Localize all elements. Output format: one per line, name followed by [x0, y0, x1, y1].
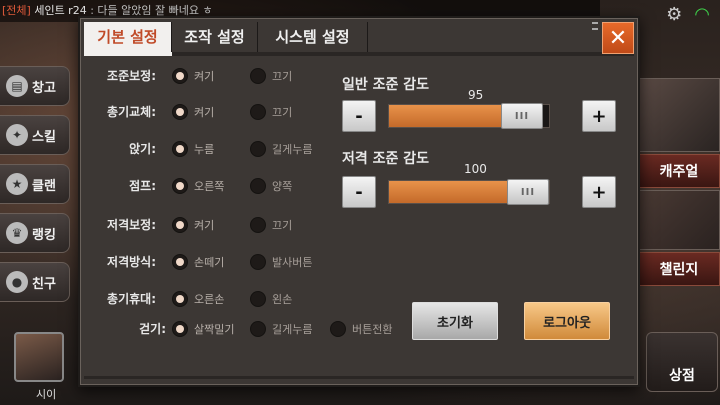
gear-icon[interactable]: ⚙ — [666, 4, 682, 25]
right-panel: 캐주얼 챌린지 — [638, 78, 720, 286]
option-long-press[interactable]: 길게누름 — [250, 139, 312, 159]
grip-icon — [592, 22, 598, 30]
radio-selected[interactable] — [172, 254, 188, 270]
menu-storage[interactable]: ▤ 창고 — [0, 66, 70, 106]
option-on[interactable]: 켜기 — [172, 215, 214, 235]
menu-skill[interactable]: ✦ 스킬 — [0, 115, 70, 155]
tab-system-settings[interactable]: 시스템 설정 — [258, 22, 368, 52]
chat-channel: [전체] — [2, 4, 31, 17]
shop-button[interactable]: 상점 — [646, 332, 718, 392]
sniper-sensitivity-plus-button[interactable]: + — [582, 176, 616, 208]
casual-mode-button[interactable]: 캐주얼 — [638, 154, 720, 188]
wifi-icon: ◠ — [694, 4, 710, 25]
setting-label: 조준보정: — [107, 69, 156, 83]
option-off[interactable]: 끄기 — [250, 102, 292, 122]
storage-icon: ▤ — [6, 75, 28, 97]
clan-icon: ★ — [6, 173, 28, 195]
settings-modal: 기본 설정 조작 설정 시스템 설정 ✕ 조준보정: 켜기 끄기 총기교체: 켜… — [78, 16, 640, 387]
setting-label: 저격방식: — [107, 255, 156, 269]
option-release[interactable]: 손떼기 — [172, 252, 224, 272]
radio[interactable] — [250, 254, 266, 270]
radio-selected[interactable] — [172, 68, 188, 84]
setting-label: 저격보정: — [107, 218, 156, 232]
normal-sensitivity-value: 95 — [468, 88, 484, 102]
tab-underline — [84, 52, 634, 56]
radio-selected[interactable] — [172, 321, 188, 337]
option-fire-button[interactable]: 발사버튼 — [250, 252, 312, 272]
reset-button[interactable]: 초기화 — [412, 302, 498, 340]
radio-selected[interactable] — [172, 104, 188, 120]
setting-label: 총기휴대: — [107, 292, 156, 306]
radio[interactable] — [250, 178, 266, 194]
sniper-sensitivity-value: 100 — [464, 162, 487, 176]
radio-selected[interactable] — [172, 217, 188, 233]
menu-ranking[interactable]: ♛ 랭킹 — [0, 213, 70, 253]
option-on[interactable]: 켜기 — [172, 102, 214, 122]
skill-icon: ✦ — [6, 124, 28, 146]
setting-row-sniper-mode: 저격방식: 손떼기 발사버튼 — [80, 252, 400, 272]
setting-label: 점프: — [129, 179, 156, 193]
setting-label: 걷기: — [139, 322, 166, 336]
sniper-sensitivity-title: 저격 조준 감도 — [342, 151, 430, 167]
tab-basic-settings[interactable]: 기본 설정 — [84, 22, 172, 52]
radio-selected[interactable] — [172, 291, 188, 307]
radio[interactable] — [330, 321, 346, 337]
option-button-toggle[interactable]: 버튼전환 — [330, 319, 392, 339]
menu-label: 창고 — [32, 80, 56, 96]
radio[interactable] — [250, 68, 266, 84]
tab-control-settings[interactable]: 조작 설정 — [172, 22, 258, 52]
username: 시이 — [36, 388, 57, 401]
menu-label: 랭킹 — [32, 227, 56, 243]
radio-selected[interactable] — [172, 141, 188, 157]
option-long-press[interactable]: 길게누름 — [250, 319, 312, 339]
challenge-mode-button[interactable]: 챌린지 — [638, 252, 720, 286]
sniper-sensitivity-slider[interactable]: III — [388, 179, 550, 205]
sniper-sensitivity-minus-button[interactable]: - — [342, 176, 376, 208]
avatar[interactable] — [14, 332, 64, 382]
menu-label: 클랜 — [32, 178, 56, 194]
shop-label: 상점 — [669, 368, 695, 384]
normal-sensitivity-minus-button[interactable]: - — [342, 100, 376, 132]
slider-thumb[interactable]: III — [507, 179, 549, 205]
menu-friends[interactable]: ● 친구 — [0, 262, 70, 302]
option-off[interactable]: 끄기 — [250, 215, 292, 235]
logout-button[interactable]: 로그아웃 — [524, 302, 610, 340]
challenge-mode-image[interactable] — [638, 190, 720, 250]
radio[interactable] — [250, 291, 266, 307]
setting-row-weapon-hand: 총기휴대: 오른손 왼손 — [80, 289, 400, 309]
setting-label: 앉기: — [129, 142, 156, 156]
normal-sensitivity-title: 일반 조준 감도 — [342, 77, 430, 93]
radio[interactable] — [250, 217, 266, 233]
option-left-hand[interactable]: 왼손 — [250, 289, 292, 309]
trophy-icon: ♛ — [6, 222, 28, 244]
radio[interactable] — [250, 104, 266, 120]
option-press[interactable]: 누름 — [172, 139, 214, 159]
normal-sensitivity-plus-button[interactable]: + — [582, 100, 616, 132]
setting-row-walk: 걷기: 살짝밀기 길게누름 버튼전환 — [80, 319, 410, 339]
radio[interactable] — [250, 141, 266, 157]
option-on[interactable]: 켜기 — [172, 66, 214, 86]
menu-label: 친구 — [32, 276, 56, 292]
menu-label: 스킬 — [32, 129, 56, 145]
settings-tabs: 기본 설정 조작 설정 시스템 설정 — [84, 22, 368, 52]
casual-mode-image[interactable] — [638, 78, 720, 152]
friends-icon: ● — [6, 271, 28, 293]
option-slight-push[interactable]: 살짝밀기 — [172, 319, 234, 339]
status-icons: ⚙ ◠ — [666, 4, 710, 25]
slider-thumb[interactable]: III — [501, 103, 543, 129]
setting-label: 총기교체: — [107, 105, 156, 119]
setting-row-sniper-assist: 저격보정: 켜기 끄기 — [80, 215, 400, 235]
radio[interactable] — [250, 321, 266, 337]
close-button[interactable]: ✕ — [602, 22, 634, 54]
radio-selected[interactable] — [172, 178, 188, 194]
option-both[interactable]: 양쪽 — [250, 176, 292, 196]
left-menu: ▤ 창고 ✦ 스킬 ★ 클랜 ♛ 랭킹 ● 친구 — [0, 66, 70, 311]
menu-clan[interactable]: ★ 클랜 — [0, 164, 70, 204]
normal-sensitivity-slider[interactable]: III — [388, 103, 550, 129]
option-right-hand[interactable]: 오른손 — [172, 289, 224, 309]
modal-footer-line — [84, 376, 634, 379]
option-off[interactable]: 끄기 — [250, 66, 292, 86]
option-right[interactable]: 오른쪽 — [172, 176, 224, 196]
